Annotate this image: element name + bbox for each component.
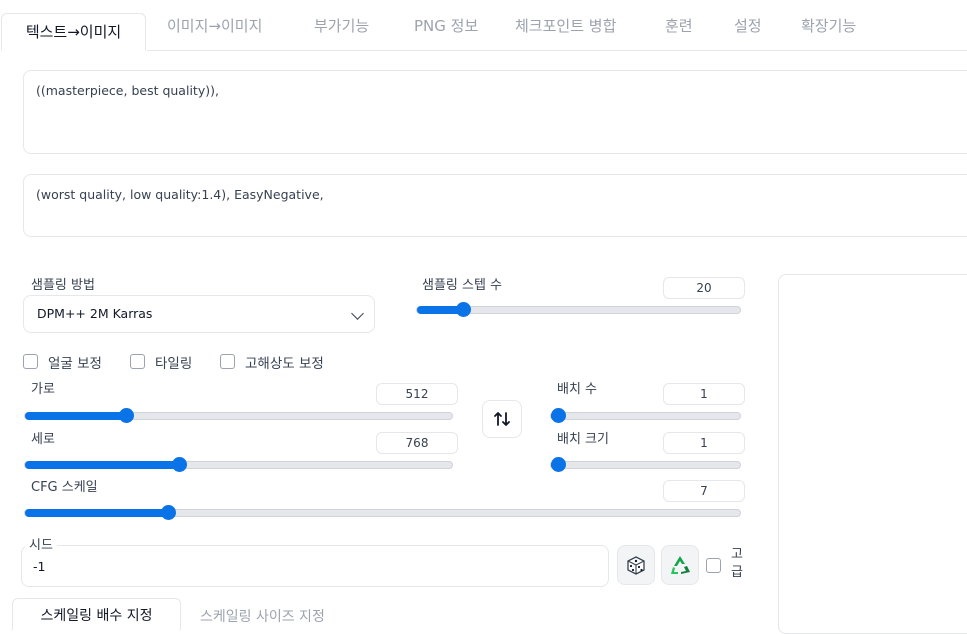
batch-count-slider[interactable] <box>550 408 741 423</box>
tab-extensions[interactable]: 확장기능 <box>801 14 856 38</box>
swap-dimensions-button[interactable] <box>482 400 522 438</box>
recycle-icon <box>671 556 690 574</box>
tiling-checkbox[interactable] <box>130 354 145 369</box>
batch-size-slider[interactable] <box>550 457 741 472</box>
width-slider-thumb[interactable] <box>118 408 134 423</box>
advanced-seed-label: 고 급 <box>731 546 743 582</box>
height-slider-thumb[interactable] <box>172 457 188 472</box>
tiling-label: 타일링 <box>155 356 193 372</box>
prompt-input[interactable]: ((masterpiece, best quality)), <box>23 70 967 154</box>
tab-png-info[interactable]: PNG 정보 <box>414 14 478 38</box>
seed-input[interactable]: -1 <box>21 545 609 587</box>
steps-slider-thumb[interactable] <box>455 302 471 317</box>
reuse-seed-button[interactable] <box>661 545 699 585</box>
tab-scale-by[interactable]: 스케일링 배수 지정 <box>12 598 181 630</box>
height-label: 세로 <box>31 432 55 447</box>
tab-divider <box>147 50 967 51</box>
dice-icon <box>627 556 645 575</box>
seed-label: 시드 <box>25 534 57 553</box>
face-restore-label: 얼굴 보정 <box>48 356 102 372</box>
hires-fix-label: 고해상도 보정 <box>245 356 324 372</box>
batch-count-slider-thumb[interactable] <box>551 408 566 423</box>
width-slider-fill <box>25 412 126 420</box>
batch-size-label: 배치 크기 <box>557 432 609 447</box>
cfg-slider-thumb[interactable] <box>161 505 177 520</box>
random-seed-button[interactable] <box>617 545 655 585</box>
hires-fix-checkbox[interactable] <box>220 354 235 369</box>
tab-settings[interactable]: 설정 <box>734 14 762 38</box>
sampler-label: 샘플링 방법 <box>31 278 95 293</box>
batch-size-slider-thumb[interactable] <box>551 457 566 472</box>
batch-count-label: 배치 수 <box>557 382 598 397</box>
swap-arrows-icon <box>494 412 510 426</box>
width-slider[interactable] <box>24 408 453 423</box>
output-gallery-panel <box>778 274 967 634</box>
tab-img2img[interactable]: 이미지→이미지 <box>167 14 262 38</box>
tab-checkpoint-merge[interactable]: 체크포인트 병합 <box>515 14 616 38</box>
steps-slider[interactable] <box>416 302 741 317</box>
sampler-value: DPM++ 2M Karras <box>37 306 153 321</box>
chevron-down-icon <box>351 307 364 320</box>
main-tabs: 텍스트→이미지 이미지→이미지 부가기능 PNG 정보 체크포인트 병합 훈련 … <box>0 0 967 52</box>
width-label: 가로 <box>31 382 55 397</box>
face-restore-checkbox[interactable] <box>23 354 38 369</box>
steps-label: 샘플링 스텝 수 <box>422 278 503 293</box>
steps-number-input[interactable]: 20 <box>663 277 745 299</box>
sampler-dropdown[interactable]: DPM++ 2M Karras <box>23 295 375 333</box>
cfg-number-input[interactable]: 7 <box>663 480 745 502</box>
negative-prompt-input[interactable]: (worst quality, low quality:1.4), EasyNe… <box>23 174 967 237</box>
batch-count-number-input[interactable]: 1 <box>663 383 745 405</box>
tab-txt2img[interactable]: 텍스트→이미지 <box>1 13 146 51</box>
tab-scale-to[interactable]: 스케일링 사이즈 지정 <box>200 606 325 626</box>
cfg-label: CFG 스케일 <box>31 480 98 495</box>
advanced-seed-label-line1: 고 <box>731 547 743 562</box>
height-slider[interactable] <box>24 457 453 472</box>
tab-train[interactable]: 훈련 <box>665 14 693 38</box>
height-number-input[interactable]: 768 <box>376 432 458 454</box>
width-number-input[interactable]: 512 <box>376 383 458 405</box>
batch-size-number-input[interactable]: 1 <box>663 432 745 454</box>
advanced-seed-label-line2: 급 <box>731 565 743 580</box>
tab-extras[interactable]: 부가기능 <box>314 14 369 38</box>
advanced-seed-checkbox[interactable] <box>706 558 721 573</box>
cfg-slider-fill <box>25 509 169 517</box>
cfg-slider[interactable] <box>24 505 741 520</box>
height-slider-fill <box>25 461 180 469</box>
